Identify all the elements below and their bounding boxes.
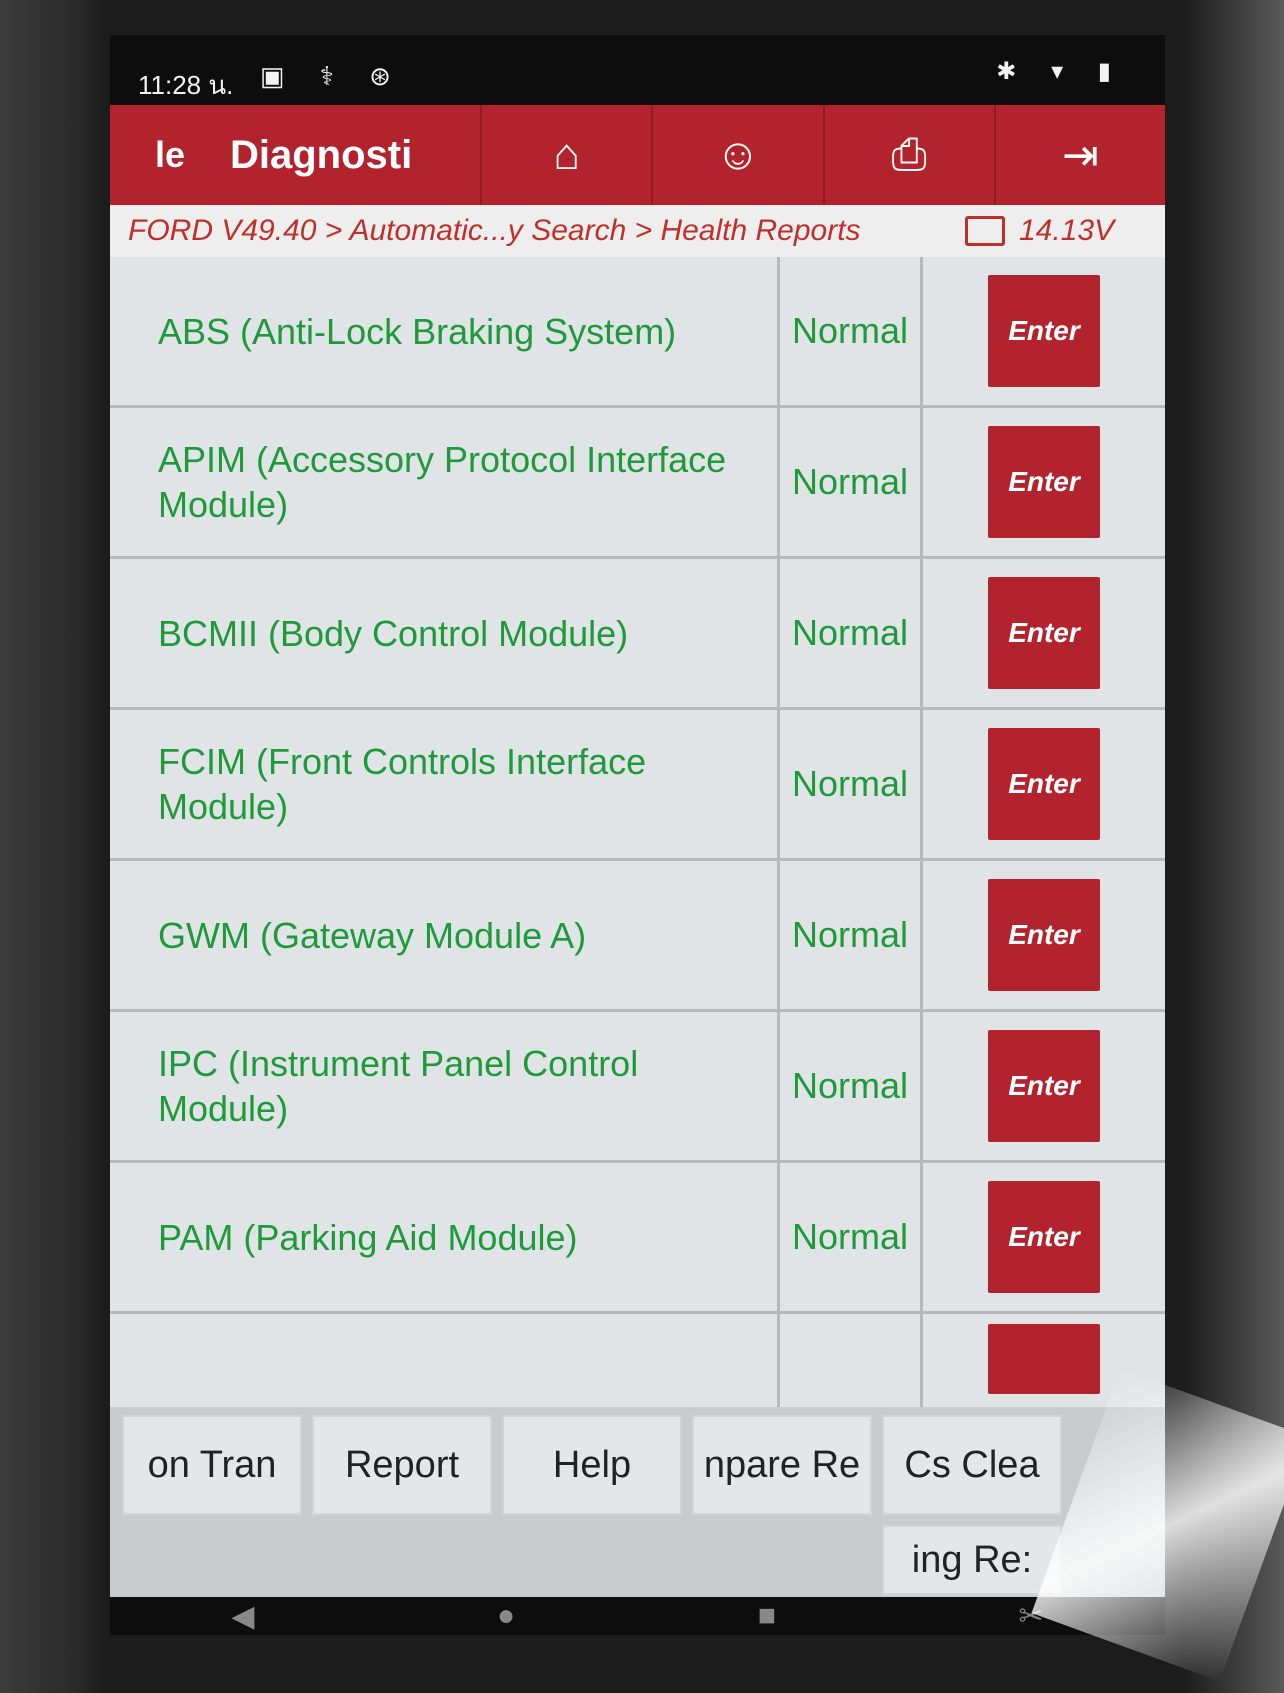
transfer-button[interactable]: on Tran xyxy=(122,1415,302,1515)
enter-button[interactable]: Enter xyxy=(988,275,1100,387)
enter-button[interactable]: Enter xyxy=(988,879,1100,991)
toolbar-left-label[interactable]: le xyxy=(110,105,230,205)
voltage-value: 14.13V xyxy=(1019,214,1115,247)
module-action-cell: Enter xyxy=(923,257,1165,405)
compare-report-button[interactable]: npare Re xyxy=(692,1415,872,1515)
top-toolbar: le Diagnosti ⌂ ☺ ⎙ ⇥ xyxy=(110,105,1165,205)
support-button[interactable]: ☺ xyxy=(651,105,823,205)
exit-icon: ⇥ xyxy=(1061,130,1099,180)
status-notification-icons: ▣ ⚕ ⊛ xyxy=(260,61,405,91)
module-list[interactable]: ABS (Anti-Lock Braking System) Normal En… xyxy=(110,257,1165,1407)
module-status: Normal xyxy=(780,1163,923,1311)
module-row: GWM (Gateway Module A) Normal Enter xyxy=(110,861,1165,1012)
screenshot-icon[interactable]: ✂ xyxy=(1019,1599,1044,1634)
breadcrumb: FORD V49.40 > Automatic...y Search > Hea… xyxy=(110,205,1165,257)
android-nav-bar: ◀ ● ■ ✂ xyxy=(110,1597,1165,1635)
module-action-cell xyxy=(923,1314,1165,1407)
module-name-partial xyxy=(110,1314,780,1407)
enter-button[interactable]: Enter xyxy=(988,1030,1100,1142)
exit-button[interactable]: ⇥ xyxy=(993,105,1165,205)
module-row: FCIM (Front Controls Interface Module) N… xyxy=(110,710,1165,861)
toolbar-title: Diagnosti xyxy=(230,132,413,177)
home-nav-icon[interactable]: ● xyxy=(497,1599,515,1633)
device-screen: 11:28 น. ▣ ⚕ ⊛ ✱ ▾ ▮ le Diagnosti ⌂ ☺ ⎙ … xyxy=(110,35,1284,1682)
module-name: APIM (Accessory Protocol Interface Modul… xyxy=(110,408,780,556)
module-status: Normal xyxy=(780,1012,923,1160)
module-action-cell: Enter xyxy=(923,710,1165,858)
module-name: GWM (Gateway Module A) xyxy=(110,861,780,1009)
module-action-cell: Enter xyxy=(923,1163,1165,1311)
home-button[interactable]: ⌂ xyxy=(480,105,652,205)
clear-dtcs-button[interactable]: Cs Clea xyxy=(882,1415,1062,1515)
back-icon[interactable]: ◀ xyxy=(231,1599,254,1634)
module-action-cell: Enter xyxy=(923,861,1165,1009)
module-status: Normal xyxy=(780,710,923,858)
enter-button-partial[interactable] xyxy=(988,1324,1100,1394)
module-name: IPC (Instrument Panel Control Module) xyxy=(110,1012,780,1160)
module-action-cell: Enter xyxy=(923,408,1165,556)
status-bar: 11:28 น. ▣ ⚕ ⊛ ✱ ▾ ▮ xyxy=(110,35,1165,105)
module-name: ABS (Anti-Lock Braking System) xyxy=(110,257,780,405)
support-icon: ☺ xyxy=(715,130,761,179)
module-row-partial xyxy=(110,1314,1165,1407)
report-button[interactable]: Report xyxy=(312,1415,492,1515)
print-icon: ⎙ xyxy=(891,130,927,179)
module-status-partial xyxy=(780,1314,923,1407)
module-status: Normal xyxy=(780,559,923,707)
status-system-icons: ✱ ▾ ▮ xyxy=(996,58,1125,85)
home-icon: ⌂ xyxy=(553,130,580,179)
status-time: 11:28 น. xyxy=(138,70,234,100)
enter-button[interactable]: Enter xyxy=(988,1181,1100,1293)
recording-button[interactable]: ing Re: xyxy=(882,1525,1062,1595)
module-action-cell: Enter xyxy=(923,1012,1165,1160)
enter-button[interactable]: Enter xyxy=(988,426,1100,538)
help-button[interactable]: Help xyxy=(502,1415,682,1515)
bottom-action-bar: on Tran Report Help npare Re Cs Clea ing… xyxy=(110,1407,1165,1597)
module-status: Normal xyxy=(780,861,923,1009)
battery-icon xyxy=(965,216,1005,246)
breadcrumb-path: FORD V49.40 > Automatic...y Search > Hea… xyxy=(128,214,861,247)
module-row: ABS (Anti-Lock Braking System) Normal En… xyxy=(110,257,1165,408)
module-status: Normal xyxy=(780,257,923,405)
recent-apps-icon[interactable]: ■ xyxy=(758,1599,776,1633)
voltage-indicator: 14.13V xyxy=(965,214,1165,248)
module-name: FCIM (Front Controls Interface Module) xyxy=(110,710,780,858)
module-name: BCMII (Body Control Module) xyxy=(110,559,780,707)
module-status: Normal xyxy=(780,408,923,556)
module-action-cell: Enter xyxy=(923,559,1165,707)
enter-button[interactable]: Enter xyxy=(988,577,1100,689)
module-name: PAM (Parking Aid Module) xyxy=(110,1163,780,1311)
enter-button[interactable]: Enter xyxy=(988,728,1100,840)
module-row: APIM (Accessory Protocol Interface Modul… xyxy=(110,408,1165,559)
module-row: IPC (Instrument Panel Control Module) No… xyxy=(110,1012,1165,1163)
print-button[interactable]: ⎙ xyxy=(822,105,994,205)
module-row: BCMII (Body Control Module) Normal Enter xyxy=(110,559,1165,710)
module-row: PAM (Parking Aid Module) Normal Enter xyxy=(110,1163,1165,1314)
